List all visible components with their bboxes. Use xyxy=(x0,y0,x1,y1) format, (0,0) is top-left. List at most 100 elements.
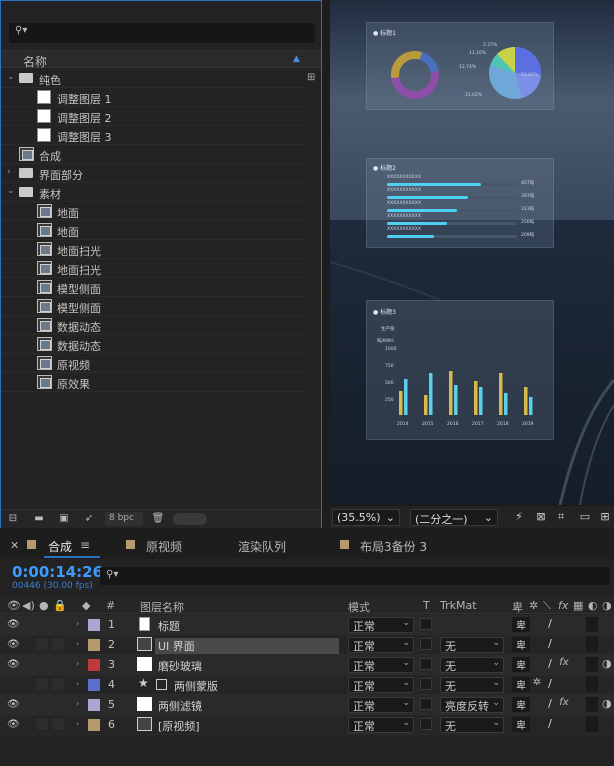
sort-ascending-icon[interactable]: ▲ xyxy=(293,54,300,64)
project-item-comp[interactable]: 地面 xyxy=(1,202,305,221)
blend-mode-dropdown[interactable]: 正常 ⌄ xyxy=(348,677,414,693)
grid-guides-icon[interactable]: ⊞ xyxy=(598,510,612,524)
track-matte-dropdown[interactable]: 无 ⌄ xyxy=(440,677,504,693)
preserve-transparency-checkbox[interactable] xyxy=(420,678,432,690)
shy-switch-icon[interactable]: 卑 xyxy=(512,677,530,692)
shy-switch-icon[interactable]: 卑 xyxy=(512,697,530,712)
label-color-swatch[interactable] xyxy=(88,659,100,671)
quality-header-icon[interactable]: ⟍ xyxy=(543,599,551,613)
preserve-transparency-checkbox[interactable] xyxy=(420,638,432,650)
project-item-solid[interactable]: 调整图层 2 xyxy=(1,107,305,126)
quality-switch-icon[interactable]: / xyxy=(544,677,556,692)
timeline-search-input[interactable]: ⚲▾ xyxy=(100,567,610,585)
motion-blur-switch[interactable] xyxy=(586,697,598,712)
solo-switch[interactable] xyxy=(36,658,48,670)
eye-icon[interactable]: 👁 xyxy=(7,659,20,670)
label-color-swatch[interactable] xyxy=(88,679,100,691)
close-icon[interactable]: ✕ xyxy=(10,539,19,552)
blend-mode-dropdown[interactable]: 正常 ⌄ xyxy=(348,657,414,673)
project-item-comp[interactable]: 地面扫光 xyxy=(1,240,305,259)
lock-switch[interactable] xyxy=(52,638,64,650)
preserve-transparency-checkbox[interactable] xyxy=(420,698,432,710)
project-item-solid[interactable]: 调整图层 1 xyxy=(1,88,305,107)
frame-blend-header-icon[interactable]: ▦ xyxy=(573,599,583,612)
lock-switch[interactable] xyxy=(52,698,64,710)
layer-name-header[interactable]: 图层名称 xyxy=(140,599,184,615)
solo-header-icon[interactable]: ● xyxy=(39,599,49,612)
tab-menu-icon[interactable]: ≡ xyxy=(80,538,90,552)
quality-switch-icon[interactable]: / xyxy=(544,637,556,652)
layer-row[interactable]: 👁 › 6 [原视频] 正常 ⌄ 无 ⌄ 卑 / xyxy=(0,715,614,735)
twirl-arrow-icon[interactable]: › xyxy=(76,659,79,668)
layer-row[interactable]: 👁 › 3 磨砂玻璃 正常 ⌄ 无 ⌄ 卑 / fx ◑ xyxy=(0,655,614,675)
project-item-folder[interactable]: ⌄ 素材 xyxy=(1,183,305,202)
layer-row[interactable]: 👁 › 5 两侧滤镜 正常 ⌄ 亮度反转 ⌄ 卑 / fx ◑ xyxy=(0,695,614,715)
adobe-media-encoder-icon[interactable]: ➶ xyxy=(82,513,96,525)
project-item-comp[interactable]: 模型侧面 xyxy=(1,297,305,316)
audio-switch-header-icon[interactable]: ◀) xyxy=(22,599,35,612)
solo-switch[interactable] xyxy=(36,618,48,630)
eye-icon[interactable]: 👁 xyxy=(7,699,20,710)
blend-mode-dropdown[interactable]: 正常 ⌄ xyxy=(348,637,414,653)
name-column-header[interactable]: 名称 xyxy=(23,53,47,70)
project-item-solid[interactable]: 调整图层 3 xyxy=(1,126,305,145)
effect-switch-icon[interactable]: fx xyxy=(557,697,571,712)
solo-switch[interactable] xyxy=(36,698,48,710)
twirl-arrow-icon[interactable]: › xyxy=(76,639,79,648)
interpret-footage-icon[interactable]: ⊟ xyxy=(6,513,20,525)
adjustment-layer-icon[interactable]: ◑ xyxy=(602,697,614,712)
preserve-transparency-checkbox[interactable] xyxy=(420,618,432,630)
eye-icon[interactable]: 👁 xyxy=(7,639,20,650)
lock-switch[interactable] xyxy=(52,678,64,690)
eye-icon[interactable] xyxy=(7,679,19,690)
collapsed-arrow-icon[interactable]: › xyxy=(7,167,11,177)
lock-switch[interactable] xyxy=(52,718,64,730)
label-color-swatch[interactable] xyxy=(88,639,100,651)
adjustment-layer-icon[interactable]: ◑ xyxy=(602,657,614,672)
panel-divider[interactable] xyxy=(322,0,330,528)
project-item-comp[interactable]: 地面扫光 xyxy=(1,259,305,278)
shy-header-icon[interactable]: 卑 xyxy=(512,599,523,615)
twirl-arrow-icon[interactable]: › xyxy=(76,719,79,728)
shy-switch-icon[interactable]: 卑 xyxy=(512,717,530,732)
lock-switch[interactable] xyxy=(52,658,64,670)
solo-switch[interactable] xyxy=(36,638,48,650)
motion-blur-switch[interactable] xyxy=(586,677,598,692)
effect-switch-icon[interactable]: fx xyxy=(557,657,571,672)
quality-switch-icon[interactable]: / xyxy=(544,697,556,712)
video-switch-header-icon[interactable]: 👁 xyxy=(7,599,21,612)
tab-composition[interactable]: 合成 xyxy=(48,538,72,555)
effect-header-icon[interactable]: fx xyxy=(558,599,568,612)
solo-switch[interactable] xyxy=(36,718,48,730)
solo-switch[interactable] xyxy=(36,678,48,690)
zoom-dropdown[interactable]: (35.5%) ⌄ xyxy=(332,509,400,526)
label-color-swatch[interactable] xyxy=(88,719,100,731)
flowchart-icon[interactable]: ⊞ xyxy=(307,72,319,84)
layer-name[interactable]: 两侧蒙版 xyxy=(174,678,218,694)
mask-visibility-icon[interactable]: ⌗ xyxy=(554,510,568,524)
motion-blur-switch[interactable] xyxy=(586,717,598,732)
trash-icon[interactable]: 🗑 xyxy=(151,513,165,525)
project-item-comp[interactable]: 数据动态 xyxy=(1,316,305,335)
preserve-transparency-checkbox[interactable] xyxy=(420,718,432,730)
label-color-swatch[interactable] xyxy=(88,699,100,711)
track-matte-dropdown[interactable]: 无 ⌄ xyxy=(440,637,504,653)
motion-blur-switch[interactable] xyxy=(586,657,598,672)
region-of-interest-icon[interactable]: ▭ xyxy=(578,510,592,524)
quality-switch-icon[interactable]: / xyxy=(544,617,556,632)
collapse-switch-icon[interactable]: ✲ xyxy=(531,677,543,692)
project-item-folder[interactable]: › 界面部分 xyxy=(1,164,305,183)
adjustment-layer-header-icon[interactable]: ◑ xyxy=(602,599,612,612)
lock-switch[interactable] xyxy=(52,618,64,630)
blend-mode-dropdown[interactable]: 正常 ⌄ xyxy=(348,697,414,713)
current-time-display[interactable]: 0:00:14:26 xyxy=(12,563,103,581)
motion-blur-switch[interactable] xyxy=(586,617,598,632)
resolution-dropdown[interactable]: (二分之一) ⌄ xyxy=(410,509,498,526)
blend-mode-dropdown[interactable]: 正常 ⌄ xyxy=(348,617,414,633)
tab-original-video[interactable]: 原视频 xyxy=(146,538,182,555)
motion-blur-switch[interactable] xyxy=(586,637,598,652)
twirl-arrow-icon[interactable]: › xyxy=(76,679,79,688)
eye-icon[interactable]: 👁 xyxy=(7,619,20,630)
expanded-arrow-icon[interactable]: ⌄ xyxy=(7,72,15,82)
preserve-transparency-checkbox[interactable] xyxy=(420,658,432,670)
